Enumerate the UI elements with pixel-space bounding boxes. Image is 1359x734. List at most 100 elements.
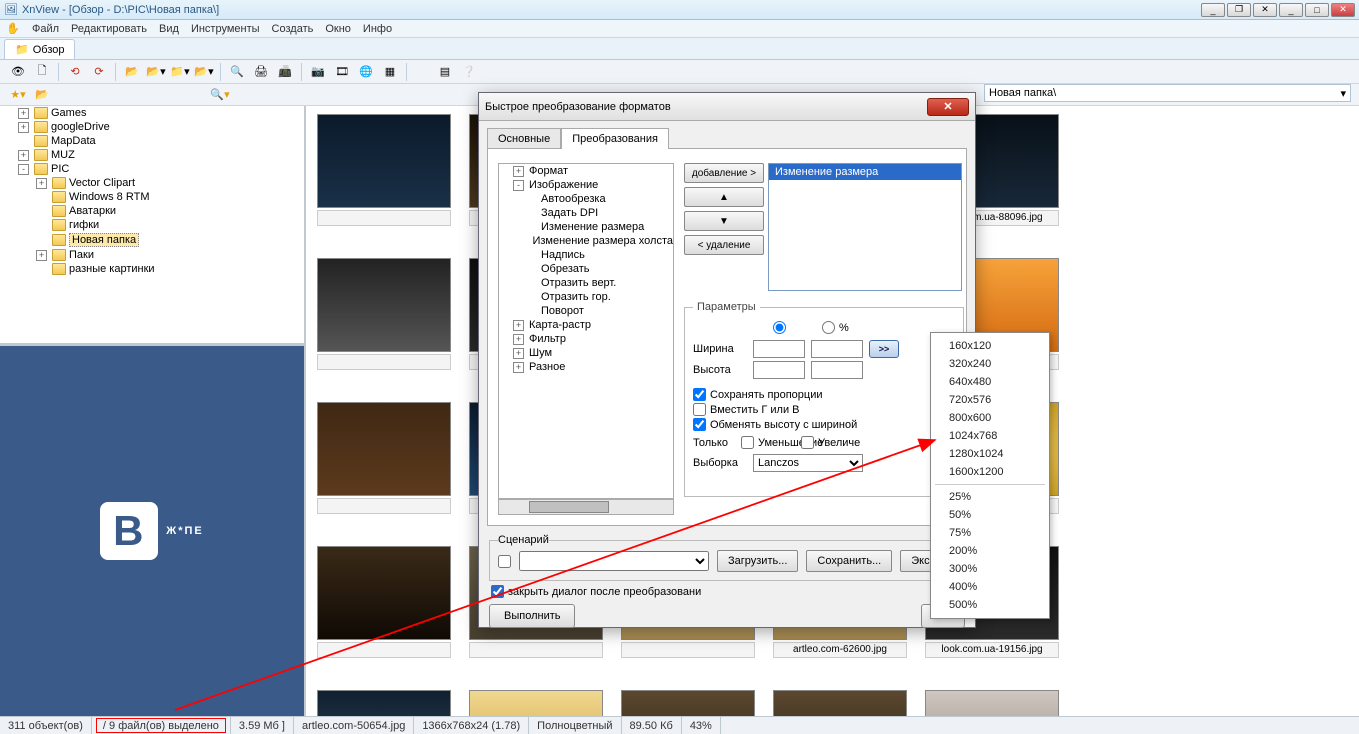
scan-icon[interactable]: 📠 <box>275 62 295 82</box>
menu-view[interactable]: Вид <box>159 23 179 35</box>
transform-leaf[interactable]: Надпись <box>527 248 673 262</box>
fit-checkbox[interactable]: Вместить Г или В <box>693 403 955 416</box>
preset-size[interactable]: 160x120 <box>931 337 1049 355</box>
tree-expander[interactable]: - <box>513 180 524 191</box>
transform-leaf[interactable]: Обрезать <box>527 262 673 276</box>
restore-button[interactable]: ❐ <box>1227 3 1251 17</box>
transform-node[interactable]: +Шум <box>513 346 673 360</box>
scenario-select[interactable] <box>519 551 709 571</box>
maximize-button[interactable]: □ <box>1305 3 1329 17</box>
applied-item-resize[interactable]: Изменение размера <box>769 164 961 180</box>
film-icon[interactable]: 🎞 <box>332 62 352 82</box>
tree-item[interactable]: -PIC <box>18 162 304 176</box>
tree-expander[interactable]: + <box>36 250 47 261</box>
globe-icon[interactable]: 🌐 <box>356 62 376 82</box>
scenario-load-button[interactable]: Загрузить... <box>717 550 798 572</box>
tree-expander[interactable]: - <box>18 164 29 175</box>
preset-size[interactable]: 800x600 <box>931 409 1049 427</box>
thumbnail[interactable] <box>314 402 454 540</box>
scenario-checkbox[interactable] <box>498 555 511 568</box>
menu-window[interactable]: Окно <box>325 23 351 35</box>
close-inner-button[interactable]: ✕ <box>1253 3 1277 17</box>
tree-item[interactable]: +googleDrive <box>18 120 304 134</box>
thumbnail[interactable]: look.com.ua-26693.jpg <box>314 690 454 716</box>
tree-expander[interactable]: + <box>513 362 524 373</box>
rotate-icon[interactable]: ⟳ <box>89 62 109 82</box>
move-up-button[interactable]: ▲ <box>684 187 764 207</box>
tree-item[interactable]: гифки <box>36 218 304 232</box>
radio-pixels[interactable] <box>773 321 786 334</box>
sampling-select[interactable]: Lanczos <box>753 454 863 472</box>
tree-item[interactable]: Новая папка <box>36 232 304 248</box>
thumbnail[interactable] <box>314 546 454 684</box>
radio-percent[interactable]: % <box>822 321 849 334</box>
help-icon[interactable]: ❔ <box>459 62 479 82</box>
tree-expander[interactable]: + <box>36 178 47 189</box>
tree-item[interactable]: +Паки <box>36 248 304 262</box>
move-down-button[interactable]: ▼ <box>684 211 764 231</box>
preset-percent[interactable]: 400% <box>931 578 1049 596</box>
menu-edit[interactable]: Редактировать <box>71 23 147 35</box>
eye-icon[interactable]: 👁 <box>8 62 28 82</box>
execute-button[interactable]: Выполнить <box>489 604 575 628</box>
shrink-checkbox[interactable]: Уменьшение <box>741 436 795 449</box>
menu-tools[interactable]: Инструменты <box>191 23 260 35</box>
minimize-button[interactable]: _ <box>1201 3 1225 17</box>
tree-item[interactable]: +MUZ <box>18 148 304 162</box>
close-after-checkbox[interactable] <box>491 585 504 598</box>
width-input-px[interactable] <box>753 340 805 358</box>
remove-transform-button[interactable]: < удаление <box>684 235 764 255</box>
tree-expander[interactable]: + <box>513 166 524 177</box>
transform-node[interactable]: +Фильтр <box>513 332 673 346</box>
height-input-px[interactable] <box>753 361 805 379</box>
transform-leaf[interactable]: Поворот <box>527 304 673 318</box>
preset-size[interactable]: 320x240 <box>931 355 1049 373</box>
preset-percent[interactable]: 300% <box>931 560 1049 578</box>
tree-item[interactable]: разные картинки <box>36 262 304 276</box>
folder-new-icon[interactable]: 📁▾ <box>170 62 190 82</box>
star-icon[interactable]: ★▾ <box>8 85 28 105</box>
menu-create[interactable]: Создать <box>272 23 314 35</box>
tab-transforms[interactable]: Преобразования <box>561 128 669 149</box>
tree-expander[interactable]: + <box>18 108 29 119</box>
panel-icon[interactable]: ▤ <box>435 62 455 82</box>
transform-leaf[interactable]: Отразить верт. <box>527 276 673 290</box>
path-dropdown-icon[interactable]: ▾ <box>1340 87 1346 100</box>
size-presets-button[interactable]: >> <box>869 340 899 358</box>
tree-expander[interactable]: + <box>513 348 524 359</box>
transforms-tree[interactable]: +Формат-ИзображениеАвтообрезкаЗадать DPI… <box>498 163 674 499</box>
tab-browse[interactable]: 📁 Обзор <box>4 39 75 59</box>
tree-item[interactable]: +Games <box>18 106 304 120</box>
preset-size[interactable]: 640x480 <box>931 373 1049 391</box>
preset-percent[interactable]: 25% <box>931 488 1049 506</box>
folder3-icon[interactable]: 📂 <box>32 85 52 105</box>
thumbnail[interactable] <box>618 690 758 716</box>
dialog-close-button[interactable]: ✕ <box>927 98 969 116</box>
height-input-pct[interactable] <box>811 361 863 379</box>
add-transform-button[interactable]: добавление > <box>684 163 764 183</box>
applied-transforms-list[interactable]: Изменение размера <box>768 163 962 291</box>
preset-percent[interactable]: 75% <box>931 524 1049 542</box>
thumbnail[interactable] <box>314 114 454 252</box>
scenario-save-button[interactable]: Сохранить... <box>806 550 892 572</box>
preset-percent[interactable]: 200% <box>931 542 1049 560</box>
preset-size[interactable]: 1280x1024 <box>931 445 1049 463</box>
transform-node[interactable]: +Формат <box>513 164 673 178</box>
transform-leaf[interactable]: Отразить гор. <box>527 290 673 304</box>
path-box[interactable]: Новая папка\ ▾ <box>984 84 1351 102</box>
menu-file[interactable]: Файл <box>32 23 59 35</box>
close-button[interactable]: ✕ <box>1331 3 1355 17</box>
folder-fav-icon[interactable]: 📂▾ <box>194 62 214 82</box>
keep-ratio-checkbox[interactable]: Сохранять пропорции <box>693 388 955 401</box>
transform-leaf[interactable]: Автообрезка <box>527 192 673 206</box>
transform-node[interactable]: +Разное <box>513 360 673 374</box>
tree-item[interactable]: MapData <box>18 134 304 148</box>
print-icon[interactable]: 🖨 <box>251 62 271 82</box>
enlarge-checkbox[interactable]: Увеличе <box>801 436 855 449</box>
swap-checkbox[interactable]: Обменять высоту с шириной <box>693 418 955 431</box>
width-input-pct[interactable] <box>811 340 863 358</box>
tree-item[interactable]: Аватарки <box>36 204 304 218</box>
tree-expander[interactable]: + <box>18 122 29 133</box>
folder-up-icon[interactable]: 📂 <box>122 62 142 82</box>
search2-icon[interactable]: 🔍▾ <box>210 85 230 105</box>
